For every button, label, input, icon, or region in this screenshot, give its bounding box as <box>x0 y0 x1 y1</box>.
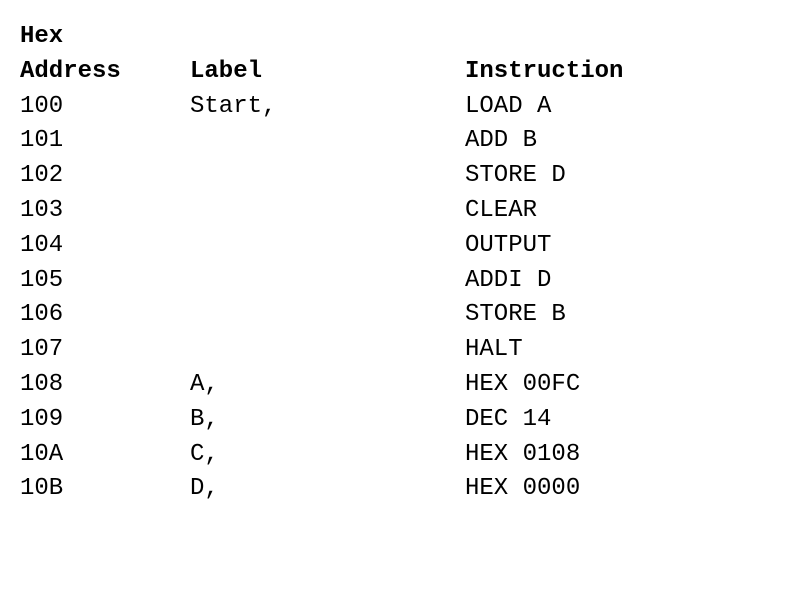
cell-instruction: HEX 0108 <box>465 438 623 473</box>
cell-instruction: HEX 0000 <box>465 472 623 507</box>
cell-instruction: DEC 14 <box>465 403 623 438</box>
cell-label <box>190 229 465 264</box>
cell-instruction: STORE B <box>465 298 623 333</box>
cell-address: 106 <box>20 298 190 333</box>
table-row: 107 HALT <box>20 333 623 368</box>
header-label-empty <box>190 20 465 55</box>
table-row: 104 OUTPUT <box>20 229 623 264</box>
cell-instruction: HALT <box>465 333 623 368</box>
cell-label: Start, <box>190 90 465 125</box>
table-row: 106 STORE B <box>20 298 623 333</box>
cell-address: 10B <box>20 472 190 507</box>
table-row: 10A C, HEX 0108 <box>20 438 623 473</box>
cell-address: 108 <box>20 368 190 403</box>
header-row-2: Address Label Instruction <box>20 55 623 90</box>
header-label: Label <box>190 55 465 90</box>
cell-label <box>190 333 465 368</box>
table-row: 10B D, HEX 0000 <box>20 472 623 507</box>
cell-address: 109 <box>20 403 190 438</box>
table-row: 102 STORE D <box>20 159 623 194</box>
cell-instruction: ADD B <box>465 124 623 159</box>
cell-label <box>190 264 465 299</box>
cell-address: 105 <box>20 264 190 299</box>
cell-instruction: STORE D <box>465 159 623 194</box>
cell-label: D, <box>190 472 465 507</box>
cell-address: 104 <box>20 229 190 264</box>
header-instruction-empty <box>465 20 623 55</box>
table-row: 108 A, HEX 00FC <box>20 368 623 403</box>
header-address-line1: Hex <box>20 20 190 55</box>
cell-label <box>190 194 465 229</box>
cell-instruction: CLEAR <box>465 194 623 229</box>
table-row: 105 ADDI D <box>20 264 623 299</box>
cell-address: 107 <box>20 333 190 368</box>
header-address-line2: Address <box>20 55 190 90</box>
cell-label <box>190 298 465 333</box>
cell-label <box>190 124 465 159</box>
cell-address: 100 <box>20 90 190 125</box>
cell-instruction: LOAD A <box>465 90 623 125</box>
header-instruction: Instruction <box>465 55 623 90</box>
table-row: 103 CLEAR <box>20 194 623 229</box>
cell-address: 101 <box>20 124 190 159</box>
table-row: 100 Start, LOAD A <box>20 90 623 125</box>
assembly-listing-table: Hex Address Label Instruction 100 Start,… <box>20 20 623 507</box>
cell-instruction: ADDI D <box>465 264 623 299</box>
cell-label: C, <box>190 438 465 473</box>
cell-label <box>190 159 465 194</box>
cell-address: 10A <box>20 438 190 473</box>
cell-instruction: HEX 00FC <box>465 368 623 403</box>
cell-address: 103 <box>20 194 190 229</box>
cell-label: B, <box>190 403 465 438</box>
header-row-1: Hex <box>20 20 623 55</box>
table-row: 109 B, DEC 14 <box>20 403 623 438</box>
cell-label: A, <box>190 368 465 403</box>
cell-instruction: OUTPUT <box>465 229 623 264</box>
table-row: 101 ADD B <box>20 124 623 159</box>
cell-address: 102 <box>20 159 190 194</box>
